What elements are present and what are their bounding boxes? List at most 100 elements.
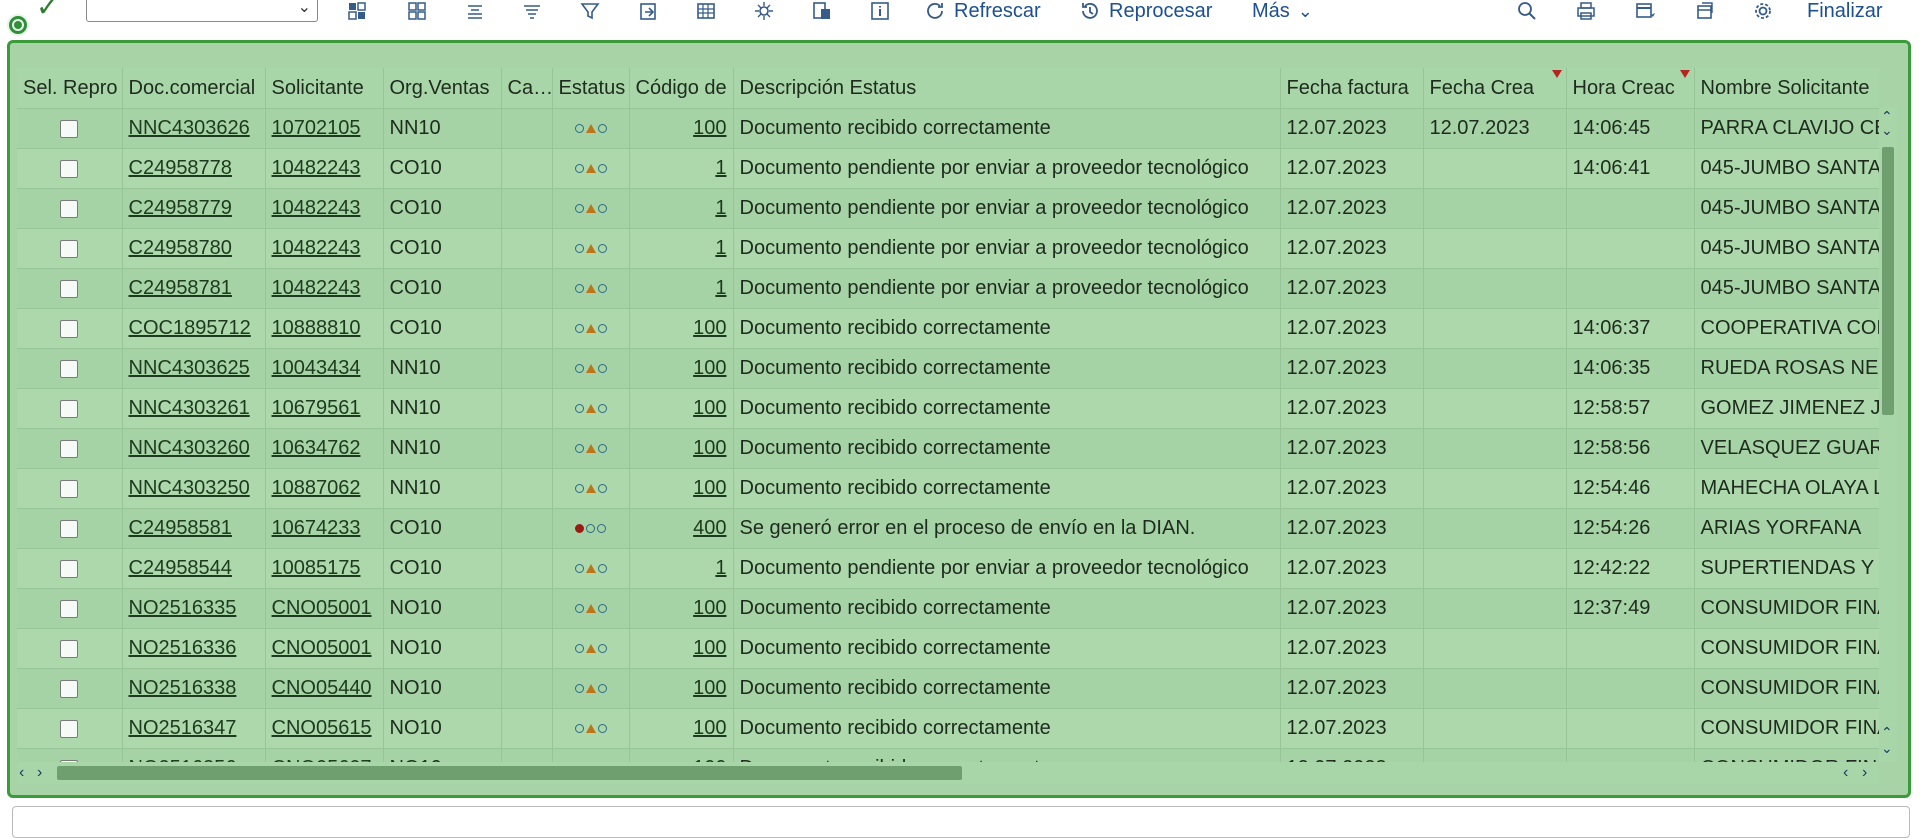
cell-select[interactable] [17,108,123,149]
column-header-descripcion-estatus[interactable]: Descripción Estatus [733,68,1281,109]
table-row[interactable]: NNC4303250 10887062 NN10 100 Documento recib… [17,468,1879,509]
row-checkbox[interactable] [60,639,79,658]
table-row[interactable]: NNC4303625 10043434 NN10 100 Documento recib… [17,348,1879,389]
cell-select[interactable] [17,308,123,349]
doc-comercial-link[interactable]: NO2516347 [129,717,237,739]
cell-doc-comercial[interactable]: C24958781 [122,268,266,309]
cell-select[interactable] [17,148,123,189]
doc-comercial-link[interactable]: C24958780 [129,237,232,259]
table-row[interactable]: NNC4303261 10679561 NN10 100 Documento recib… [17,388,1879,429]
cell-solicitante[interactable]: 10702105 [265,108,384,149]
cell-solicitante[interactable]: 10085175 [265,548,384,589]
codigo-link[interactable]: 1 [715,277,726,299]
codigo-link[interactable]: 100 [693,357,726,379]
solicitante-link[interactable]: 10888810 [272,317,361,339]
scroll-right-icon[interactable]: › [37,764,42,782]
spreadsheet-icon[interactable] [807,0,837,24]
cell-solicitante[interactable]: 10043434 [265,348,384,389]
doc-comercial-link[interactable]: NO2516338 [129,677,237,699]
cell-solicitante[interactable]: 10674233 [265,508,384,549]
align-icon[interactable] [460,0,490,24]
scroll-up-icon[interactable]: ⌃ [1881,109,1893,123]
row-checkbox[interactable] [60,159,79,178]
doc-comercial-link[interactable]: NNC4303260 [129,437,250,459]
codigo-link[interactable]: 1 [715,557,726,579]
doc-comercial-link[interactable]: NNC4303625 [129,357,250,379]
cell-select[interactable] [17,468,123,509]
column-header-estatus[interactable]: Estatus [552,68,630,109]
codigo-link[interactable]: 100 [693,597,726,619]
select-block-icon[interactable] [402,0,432,24]
row-checkbox[interactable] [60,279,79,298]
doc-comercial-link[interactable]: NNC4303626 [129,117,250,139]
search-icon[interactable] [1512,0,1542,24]
cell-select[interactable] [17,388,123,429]
cell-select[interactable] [17,268,123,309]
vertical-scrollbar[interactable]: ⌃ ⌄ ⌃ ⌄ [1879,107,1897,762]
cell-doc-comercial[interactable]: NO2516338 [122,668,266,709]
cell-codigo[interactable]: 100 [629,628,734,669]
cell-doc-comercial[interactable]: NO2516356 [122,748,266,762]
row-checkbox[interactable] [60,399,79,418]
cell-doc-comercial[interactable]: C24958780 [122,228,266,269]
column-header-hora-creac[interactable]: Hora Creac [1566,68,1695,109]
chevron-down-icon[interactable]: ⌄ [298,0,311,17]
row-checkbox[interactable] [60,119,79,138]
row-checkbox[interactable] [60,199,79,218]
solicitante-link[interactable]: 10043434 [272,357,361,379]
vertical-scroll-thumb[interactable] [1882,147,1894,415]
solicitante-link[interactable]: 10674233 [272,517,361,539]
cell-solicitante[interactable]: 10482243 [265,148,384,189]
reprocess-button[interactable]: Reprocesar [1079,0,1212,24]
table-row[interactable]: NO2516336 CNO05001 NO10 100 Documento recibi… [17,628,1879,669]
table-row[interactable]: C24958779 10482243 CO10 1 Documento pendient… [17,188,1879,229]
table-row[interactable]: NO2516338 CNO05440 NO10 100 Documento recibi… [17,668,1879,709]
solicitante-link[interactable]: CNO05001 [272,637,372,659]
select-layout-icon[interactable] [342,0,372,24]
cell-codigo[interactable]: 1 [629,228,734,269]
doc-comercial-link[interactable]: NNC4303261 [129,397,250,419]
cell-select[interactable] [17,188,123,229]
solicitante-link[interactable]: 10482243 [272,237,361,259]
cell-select[interactable] [17,508,123,549]
table-row[interactable]: NO2516356CNO05607NO10 100Documento recibi… [17,748,1879,762]
solicitante-link[interactable]: CNO05001 [272,597,372,619]
codigo-link[interactable]: 100 [693,677,726,699]
cell-doc-comercial[interactable]: NO2516335 [122,588,266,629]
table-row[interactable]: NO2516347 CNO05615 NO10 100 Documento recibi… [17,708,1879,749]
cell-doc-comercial[interactable]: NNC4303260 [122,428,266,469]
cell-solicitante[interactable]: CNO05607 [265,748,384,762]
solicitante-link[interactable]: 10482243 [272,277,361,299]
cell-select[interactable] [17,708,123,749]
scroll-page-left-icon[interactable]: ‹ [1843,764,1848,782]
cell-doc-comercial[interactable]: C24958544 [122,548,266,589]
codigo-link[interactable]: 1 [715,157,726,179]
cell-doc-comercial[interactable]: NNC4303626 [122,108,266,149]
cell-doc-comercial[interactable]: C24958581 [122,508,266,549]
row-checkbox[interactable] [60,479,79,498]
column-header-sel-repro[interactable]: Sel. Repro [17,68,123,109]
column-header-fecha-factura[interactable]: Fecha factura [1280,68,1424,109]
cell-solicitante[interactable]: 10634762 [265,428,384,469]
row-checkbox[interactable] [60,319,79,338]
cell-codigo[interactable]: 100 [629,588,734,629]
column-header-ca[interactable]: Ca… [501,68,553,109]
filter-icon[interactable] [575,0,605,24]
finalize-button[interactable]: Finalizar [1807,0,1883,24]
cell-codigo[interactable]: 1 [629,548,734,589]
table-row[interactable]: NNC4303626 10702105 NN10 100 Documento recib… [17,108,1879,149]
cell-codigo[interactable]: 100 [629,708,734,749]
table-row[interactable]: C24958781 10482243 CO10 1 Documento pendient… [17,268,1879,309]
doc-comercial-link[interactable]: NNC4303250 [129,477,250,499]
cell-select[interactable] [17,228,123,269]
cell-select[interactable] [17,428,123,469]
table-row[interactable]: COC1895712 10888810 CO10 100 Documento recib… [17,308,1879,349]
row-checkbox[interactable] [60,439,79,458]
cell-doc-comercial[interactable]: NNC4303261 [122,388,266,429]
column-header-fecha-crea[interactable]: Fecha Crea [1423,68,1567,109]
cell-solicitante[interactable]: 10482243 [265,228,384,269]
doc-comercial-link[interactable]: C24958581 [129,517,232,539]
cell-codigo[interactable]: 1 [629,268,734,309]
cell-select[interactable] [17,548,123,589]
table-row[interactable]: C24958778 10482243 CO10 1 Documento pendient… [17,148,1879,189]
